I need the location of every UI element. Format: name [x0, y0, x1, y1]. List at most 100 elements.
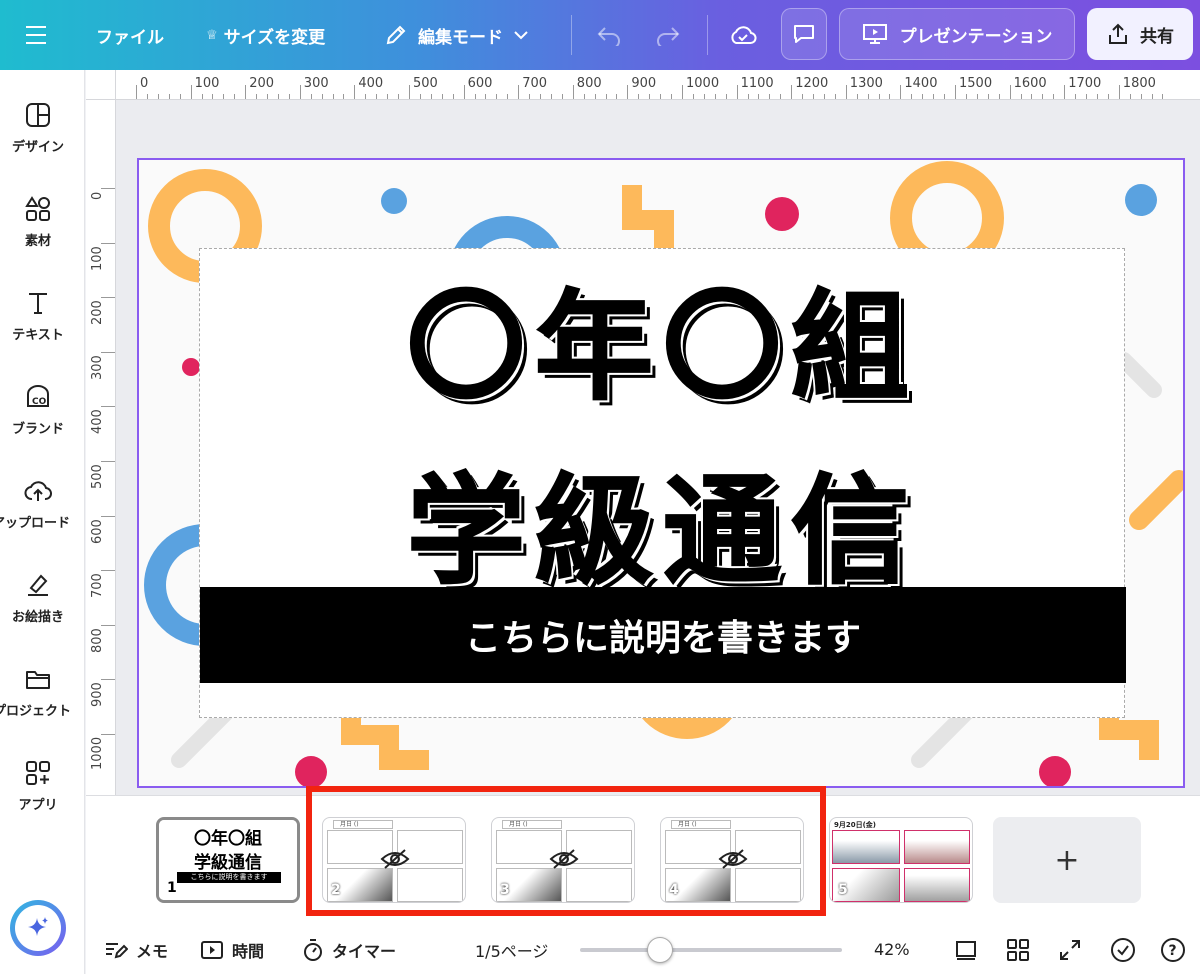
- ruler-minor-tick: [1107, 94, 1109, 99]
- plus-icon: +: [1054, 842, 1080, 878]
- ruler-minor-tick: [398, 94, 399, 99]
- ruler-minor-tick: [430, 94, 432, 99]
- ruler-tick: [101, 515, 115, 517]
- description-text[interactable]: こちらに説明を書きます: [465, 609, 861, 661]
- file-menu[interactable]: ファイル: [96, 0, 164, 70]
- ruler-minor-tick: [1086, 94, 1087, 99]
- description-bar[interactable]: こちらに説明を書きます: [200, 587, 1126, 683]
- cloud-saved-icon[interactable]: [729, 0, 757, 70]
- check-icon[interactable]: [1110, 925, 1136, 974]
- sidebar-item-text[interactable]: テキスト: [0, 278, 76, 358]
- page-indicator[interactable]: 1/5ページ: [475, 925, 548, 974]
- sidebar-item-apps[interactable]: アプリ: [0, 748, 76, 828]
- ruler-tick: [1118, 85, 1120, 99]
- magic-assistant-button[interactable]: [10, 900, 66, 956]
- svg-text:?: ?: [1169, 943, 1177, 959]
- page-view-icon[interactable]: [954, 925, 978, 974]
- vertical-ruler: 0 100 200 300 400 500 600 700 800 900 1000: [86, 100, 116, 795]
- ruler-minor-tick: [922, 94, 924, 99]
- canvas-workspace: 0 100 200 300 400 500 600 700 800 900 1000 1100 1200…: [86, 70, 1200, 795]
- ruler-minor-tick: [944, 94, 945, 99]
- svg-text:CO: CO: [32, 397, 47, 407]
- sidebar-item-projects[interactable]: プロジェクト: [0, 654, 76, 734]
- timer-label: タイマー: [332, 941, 397, 961]
- sidebar-item-label: テキスト: [12, 328, 64, 343]
- elements-icon: [23, 194, 53, 224]
- ruler-label: 300: [90, 354, 105, 380]
- left-sidebar: デザイン 素材 テキスト CO ブランド アップロード お絵描き プロジェクト …: [0, 70, 85, 974]
- ruler-tick: [101, 188, 115, 189]
- highlight-box: [306, 786, 826, 916]
- ruler-tick: [955, 85, 956, 99]
- edit-mode-dropdown[interactable]: 編集モード: [384, 0, 529, 70]
- ruler-minor-tick: [671, 94, 672, 99]
- horizontal-ruler: 0 100 200 300 400 500 600 700 800 900 1000 1100 1200…: [116, 70, 1200, 100]
- text-icon: [23, 288, 53, 318]
- sidebar-item-design[interactable]: デザイン: [0, 90, 76, 170]
- page-thumbnail-1[interactable]: 〇年〇組 学級通信 こちらに説明を書きます 1: [156, 817, 300, 903]
- sidebar-item-draw[interactable]: お絵描き: [0, 560, 76, 640]
- ruler-minor-tick: [802, 94, 804, 99]
- ruler-minor-tick: [146, 94, 148, 99]
- sidebar-item-upload[interactable]: アップロード: [0, 466, 76, 546]
- notes-button[interactable]: メモ: [104, 925, 168, 974]
- ruler-minor-tick: [594, 94, 596, 99]
- ruler-label: 1600: [1013, 76, 1047, 91]
- redo-icon[interactable]: [655, 0, 681, 70]
- ruler-tick: [518, 85, 520, 99]
- slide-canvas[interactable]: 〇年〇組 学級通信 こちらに説明を書きます: [137, 158, 1185, 788]
- ruler-minor-tick: [201, 94, 203, 99]
- ruler-minor-tick: [867, 94, 869, 99]
- zoom-slider-handle[interactable]: [647, 937, 674, 963]
- ruler-minor-tick: [583, 94, 585, 99]
- crown-icon: ♕: [206, 27, 218, 43]
- page-thumbnail-5[interactable]: 9月20日(金) 5: [829, 817, 973, 903]
- sparkle-icon: [28, 917, 48, 936]
- ruler-minor-tick: [507, 94, 509, 99]
- fullscreen-icon[interactable]: [1058, 925, 1082, 974]
- sidebar-item-elements[interactable]: 素材: [0, 184, 76, 264]
- hamburger-icon[interactable]: [26, 0, 48, 70]
- apps-icon: [23, 758, 53, 788]
- ruler-label: 1500: [959, 76, 993, 91]
- ruler-minor-tick: [1053, 94, 1055, 99]
- ruler-minor-tick: [725, 94, 727, 99]
- comment-button[interactable]: [781, 8, 827, 60]
- ruler-minor-tick: [933, 94, 935, 99]
- undo-icon[interactable]: [596, 0, 622, 70]
- title-line-2[interactable]: 学級通信: [200, 435, 1126, 606]
- sidebar-item-label: 素材: [24, 234, 51, 249]
- top-toolbar: ファイル ♕ サイズを変更 編集モード プレゼンテーション 共有: [0, 0, 1200, 70]
- zoom-level[interactable]: 42%: [874, 925, 910, 974]
- add-page-button[interactable]: +: [993, 817, 1141, 903]
- resize-label: サイズを変更: [223, 27, 326, 48]
- ruler-minor-tick: [965, 94, 967, 99]
- ruler-tick: [463, 85, 465, 99]
- present-button[interactable]: プレゼンテーション: [839, 8, 1075, 60]
- ruler-minor-tick: [256, 94, 258, 99]
- ruler-minor-tick: [1020, 94, 1022, 99]
- sidebar-item-brand[interactable]: CO ブランド: [0, 372, 76, 452]
- ruler-minor-tick: [1075, 94, 1077, 99]
- ruler-minor-tick: [889, 94, 891, 99]
- share-button[interactable]: 共有: [1087, 8, 1193, 60]
- grid-view-icon[interactable]: [1006, 925, 1030, 974]
- title-line-1[interactable]: 〇年〇組: [200, 251, 1126, 422]
- timing-label: 時間: [232, 941, 265, 961]
- timing-button[interactable]: 時間: [200, 925, 264, 974]
- edit-mode-label: 編集モード: [418, 27, 503, 48]
- ruler-label: 1400: [904, 76, 938, 91]
- resize-button[interactable]: ♕ サイズを変更: [206, 0, 325, 70]
- ruler-label: 700: [522, 76, 548, 91]
- ruler-minor-tick: [660, 94, 662, 99]
- ruler-minor-tick: [441, 94, 443, 99]
- timer-button[interactable]: タイマー: [302, 925, 396, 974]
- ruler-minor-tick: [1140, 94, 1142, 99]
- ruler-minor-tick: [419, 94, 421, 99]
- zoom-slider[interactable]: [580, 937, 842, 963]
- help-icon[interactable]: ?: [1160, 925, 1186, 974]
- ruler-tick: [572, 85, 574, 99]
- stopwatch-icon: [304, 938, 322, 961]
- title-text-box[interactable]: 〇年〇組 学級通信 こちらに説明を書きます: [199, 248, 1126, 718]
- ruler-minor-tick: [780, 94, 782, 99]
